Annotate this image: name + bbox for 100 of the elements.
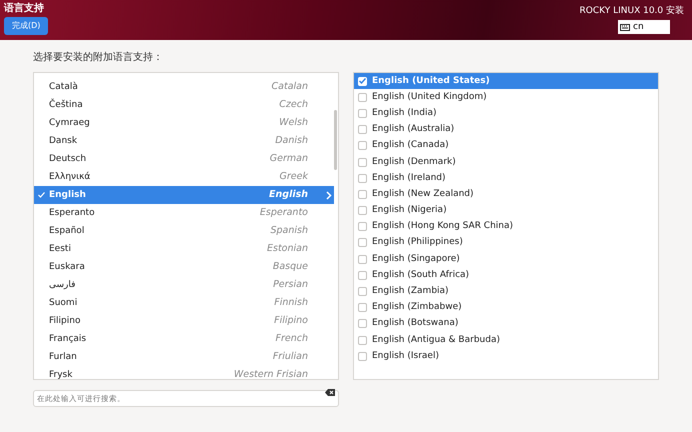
- language-item[interactable]: Cymraeg Welsh: [34, 114, 334, 132]
- locale-name: English (Israel): [372, 350, 439, 362]
- checkbox[interactable]: [358, 76, 367, 86]
- native-name: Furlan: [49, 352, 77, 362]
- english-name: Persian: [273, 279, 308, 291]
- native-name: Ελληνικά: [49, 172, 90, 182]
- locale-name: English (India): [372, 108, 436, 119]
- english-name: German: [270, 153, 308, 165]
- locale-name: English (Zimbabwe): [372, 302, 462, 314]
- locale-item[interactable]: English (Zambia): [354, 283, 658, 300]
- locale-name: English (Botswana): [372, 318, 458, 330]
- clear-icon[interactable]: [325, 389, 335, 396]
- scrollbar-thumb[interactable]: [334, 110, 337, 170]
- checkbox[interactable]: [358, 108, 367, 118]
- native-name: Esperanto: [49, 208, 95, 218]
- language-item[interactable]: Frysk Western Frisian: [34, 366, 334, 379]
- locale-name: English (South Africa): [372, 270, 470, 281]
- checkbox[interactable]: [358, 336, 367, 345]
- english-name: Danish: [275, 135, 308, 147]
- locale-name: English (Denmark): [372, 156, 456, 168]
- locale-item[interactable]: English (Zimbabwe): [354, 300, 658, 316]
- keyboard-layout-indicator[interactable]: cn: [618, 20, 670, 34]
- language-item[interactable]: Español Spanish: [34, 222, 334, 240]
- locale-item[interactable]: English (Hong Kong SAR China): [354, 218, 658, 235]
- checkbox[interactable]: [358, 319, 367, 328]
- checkbox[interactable]: [358, 125, 367, 134]
- native-name: Frysk: [49, 370, 72, 379]
- language-item[interactable]: Furlan Friulian: [34, 348, 334, 366]
- english-name: Finnish: [274, 297, 308, 309]
- native-name: Dansk: [49, 136, 78, 146]
- english-name: Czech: [279, 99, 308, 111]
- checkbox[interactable]: [358, 352, 367, 361]
- product-title: ROCKY LINUX 10.0 安装: [580, 6, 684, 17]
- locale-item[interactable]: English (Antigua & Barbuda): [354, 332, 658, 348]
- checkbox[interactable]: [358, 174, 367, 183]
- english-name: Welsh: [279, 117, 308, 129]
- language-item[interactable]: Dansk Danish: [34, 132, 334, 150]
- done-button[interactable]: 完成(D): [4, 17, 48, 35]
- chevron-right-icon: [326, 190, 332, 200]
- locale-item[interactable]: English (Botswana): [354, 316, 658, 332]
- locale-name: English (Philippines): [372, 237, 463, 248]
- checkbox[interactable]: [358, 303, 367, 312]
- native-name: Français: [49, 334, 86, 344]
- language-item[interactable]: Filipino Filipino: [34, 312, 334, 330]
- checkmark-icon: [359, 78, 366, 84]
- english-name: French: [276, 333, 308, 345]
- checkbox[interactable]: [358, 141, 367, 150]
- checkbox[interactable]: [358, 270, 367, 280]
- locale-item[interactable]: English (United Kingdom): [354, 89, 658, 106]
- locale-name: English (New Zealand): [372, 188, 474, 200]
- language-item[interactable]: Ελληνικά Greek: [34, 168, 334, 186]
- locale-item[interactable]: English (Philippines): [354, 234, 658, 252]
- checkbox[interactable]: [358, 92, 367, 102]
- native-name: فارسی: [49, 280, 76, 290]
- language-item[interactable]: Français French: [34, 330, 334, 348]
- locale-item[interactable]: English (India): [354, 105, 658, 122]
- english-name: Estonian: [267, 243, 308, 255]
- locale-item[interactable]: English (Nigeria): [354, 202, 658, 219]
- language-item[interactable]: Esperanto Esperanto: [34, 204, 334, 222]
- locale-item[interactable]: English (Denmark): [354, 154, 658, 170]
- native-name: Deutsch: [49, 154, 86, 164]
- language-item[interactable]: Català Catalan: [34, 78, 334, 96]
- checkbox[interactable]: [358, 158, 367, 167]
- page-title: 语言支持: [4, 3, 44, 15]
- native-name: Filipino: [49, 316, 80, 326]
- language-item[interactable]: Suomi Finnish: [34, 294, 334, 312]
- english-name: Esperanto: [260, 207, 308, 219]
- locale-name: English (United Kingdom): [372, 92, 487, 103]
- locale-item[interactable]: English (Ireland): [354, 170, 658, 186]
- checkbox[interactable]: [358, 287, 367, 296]
- locale-item[interactable]: English (New Zealand): [354, 186, 658, 202]
- english-name: Friulian: [272, 351, 308, 363]
- locale-item[interactable]: English (United States): [354, 73, 658, 90]
- locale-name: English (Ireland): [372, 172, 446, 184]
- checkbox[interactable]: [358, 238, 367, 248]
- native-name: Català: [49, 82, 78, 92]
- keyboard-icon: [620, 24, 630, 30]
- english-name: Greek: [280, 171, 308, 183]
- checkbox[interactable]: [358, 254, 367, 264]
- checkbox[interactable]: [358, 222, 367, 232]
- language-item[interactable]: Čeština Czech: [34, 96, 334, 114]
- locale-item[interactable]: English (South Africa): [354, 267, 658, 284]
- language-item[interactable]: Eesti Estonian: [34, 240, 334, 258]
- locale-item[interactable]: English (Australia): [354, 122, 658, 138]
- language-item[interactable]: English English: [34, 186, 334, 204]
- locale-name: English (Nigeria): [372, 205, 447, 216]
- english-name: English: [269, 189, 308, 201]
- locale-name: English (United States): [372, 76, 490, 87]
- checkbox[interactable]: [358, 206, 367, 216]
- language-item[interactable]: Euskara Basque: [34, 258, 334, 276]
- locale-name: English (Australia): [372, 124, 454, 136]
- native-name: Čeština: [49, 100, 83, 110]
- english-name: Filipino: [274, 315, 308, 327]
- language-item[interactable]: Deutsch German: [34, 150, 334, 168]
- locale-item[interactable]: English (Canada): [354, 138, 658, 154]
- locale-name: English (Canada): [372, 140, 449, 152]
- locale-item[interactable]: English (Israel): [354, 348, 658, 364]
- native-name: Euskara: [49, 262, 85, 272]
- checkbox[interactable]: [358, 190, 367, 199]
- locale-item[interactable]: English (Singapore): [354, 251, 658, 268]
